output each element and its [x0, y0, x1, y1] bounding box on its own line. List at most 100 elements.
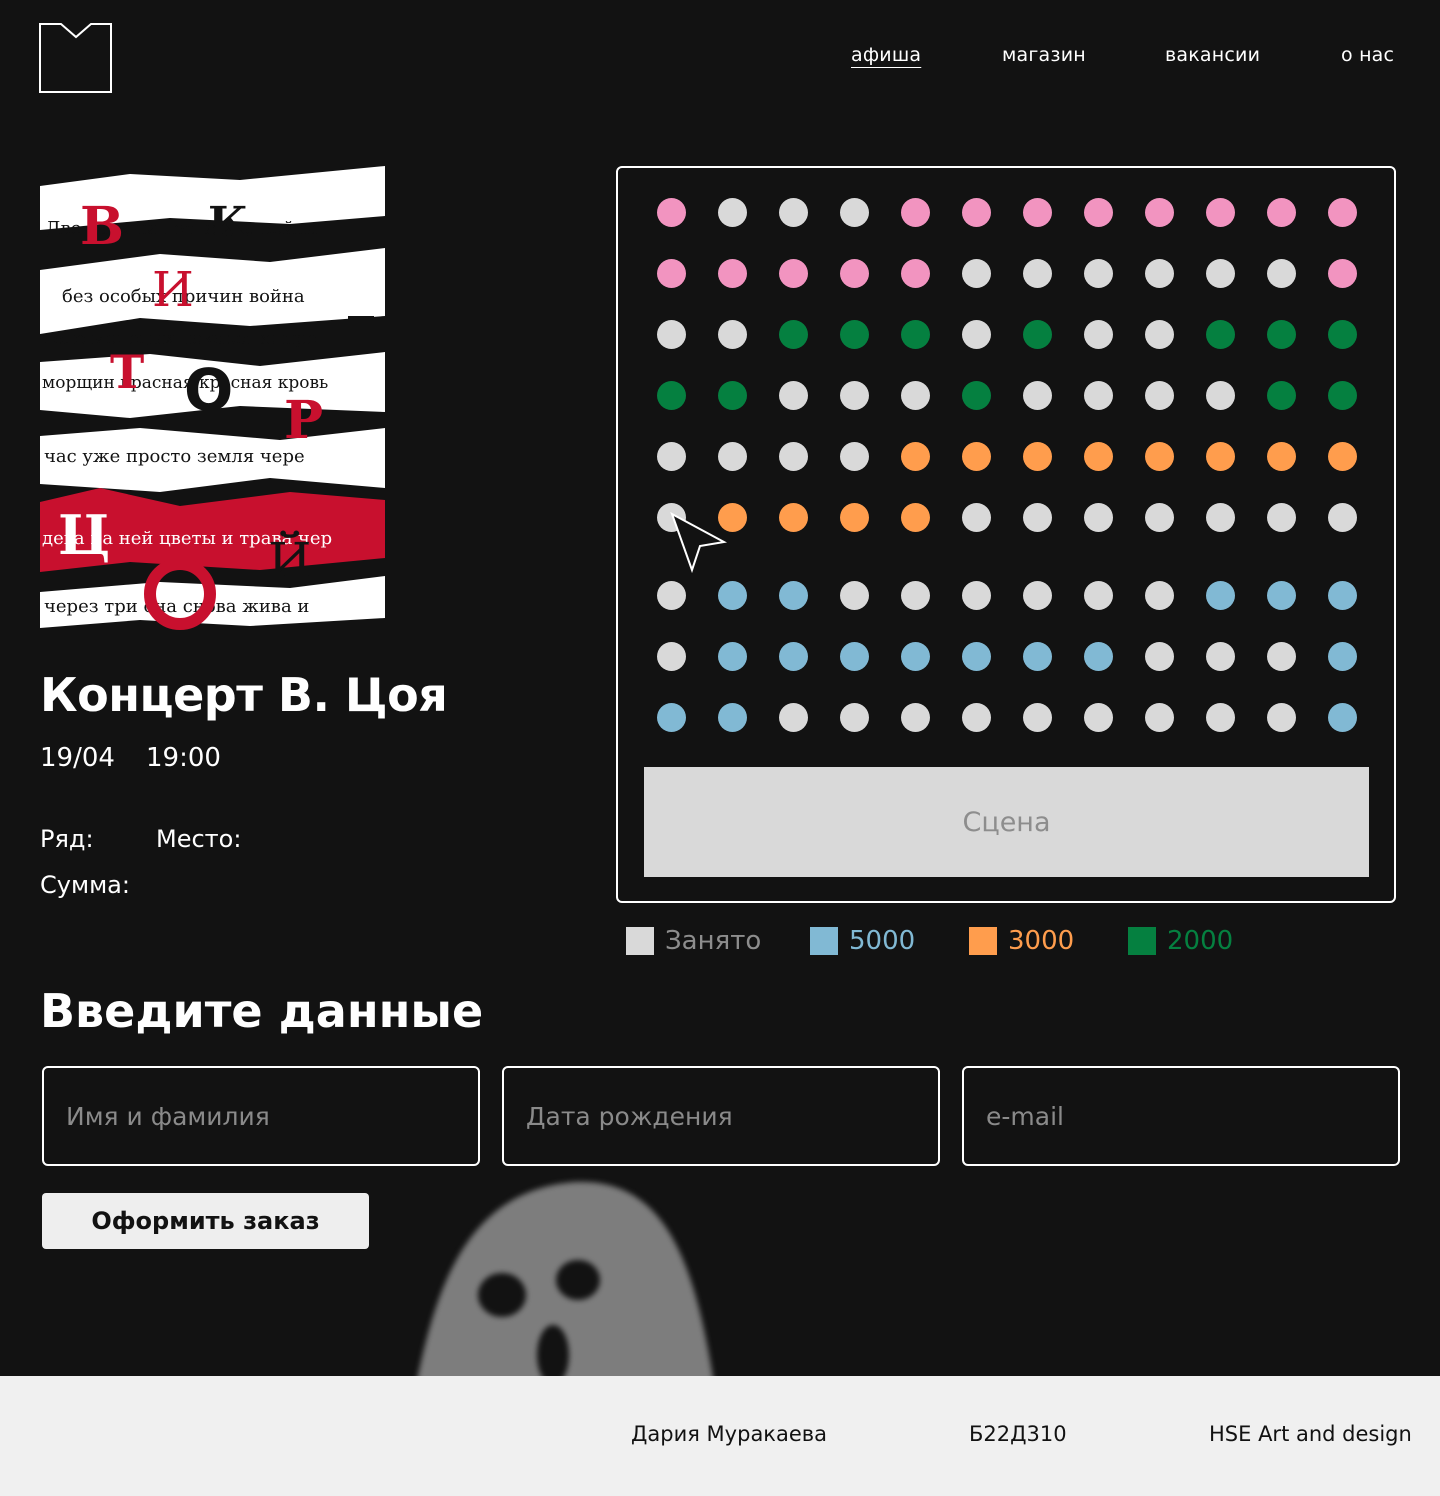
seat-occupied [962, 320, 991, 349]
svg-text:Т: Т [110, 345, 144, 399]
seat-occupied [1145, 503, 1174, 532]
legend-label: 3000 [1008, 926, 1075, 956]
seat-available[interactable] [840, 320, 869, 349]
ghost-illustration [415, 1181, 715, 1390]
legend-swatch [626, 927, 654, 955]
seat-available[interactable] [1206, 442, 1235, 471]
seat-available[interactable] [1267, 442, 1296, 471]
svg-text:К: К [208, 198, 248, 249]
footer-author: Дария Муракаева [631, 1422, 828, 1446]
seat-available[interactable] [1206, 320, 1235, 349]
logo[interactable] [39, 23, 112, 93]
seat-occupied [840, 442, 869, 471]
nav-afisha[interactable]: афиша [851, 44, 921, 66]
seat-available[interactable] [657, 259, 686, 288]
seat-available[interactable] [1145, 198, 1174, 227]
svg-text:дело молодых лекарство про: дело молодых лекарство про [42, 328, 317, 349]
email-field[interactable] [962, 1066, 1400, 1166]
seat-available[interactable] [718, 581, 747, 610]
birthdate-field[interactable] [502, 1066, 940, 1166]
footer: Дария Муракаева Б22Д310 HSE Art and desi… [0, 1376, 1440, 1496]
seat-available[interactable] [1328, 320, 1357, 349]
legend-swatch [810, 927, 838, 955]
seat-available[interactable] [1328, 581, 1357, 610]
seat-available[interactable] [901, 442, 930, 471]
seat-occupied [1023, 581, 1052, 610]
seat-available[interactable] [962, 198, 991, 227]
seat-available[interactable] [1328, 259, 1357, 288]
svg-text:час уже просто земля чере: час уже просто земля чере [44, 446, 305, 467]
form-title: Введите данные [40, 984, 484, 1038]
seat-available[interactable] [840, 642, 869, 671]
seat-occupied [1084, 581, 1113, 610]
seat-occupied [1145, 642, 1174, 671]
seat-available[interactable] [779, 503, 808, 532]
seat-available[interactable] [779, 642, 808, 671]
seat-available[interactable] [1206, 198, 1235, 227]
seat-available[interactable] [1023, 442, 1052, 471]
seat-available[interactable] [901, 259, 930, 288]
seat-available[interactable] [962, 381, 991, 410]
seat-label: Место: [156, 825, 242, 853]
seat-available[interactable] [901, 642, 930, 671]
seat-available[interactable] [1328, 703, 1357, 732]
seat-occupied [1328, 503, 1357, 532]
seat-available[interactable] [1023, 198, 1052, 227]
seat-available[interactable] [1328, 642, 1357, 671]
seat-occupied [1084, 320, 1113, 349]
seat-occupied [1267, 259, 1296, 288]
seat-available[interactable] [657, 381, 686, 410]
svg-text:О: О [184, 356, 233, 424]
sum-label: Сумма: [40, 871, 130, 899]
svg-text:Р: Р [284, 390, 323, 451]
seat-occupied [1145, 259, 1174, 288]
seat-available[interactable] [1267, 581, 1296, 610]
name-field[interactable] [42, 1066, 480, 1166]
seat-available[interactable] [1267, 198, 1296, 227]
seat-occupied [901, 703, 930, 732]
seat-occupied [1084, 703, 1113, 732]
seat-available[interactable] [962, 442, 991, 471]
seat-available[interactable] [718, 703, 747, 732]
seat-available[interactable] [718, 642, 747, 671]
event-title: Концерт В. Цоя [40, 668, 448, 722]
seat-available[interactable] [1267, 320, 1296, 349]
seat-available[interactable] [718, 259, 747, 288]
seat-available[interactable] [657, 198, 686, 227]
seat-available[interactable] [779, 320, 808, 349]
svg-text:через три она снова жива и: через три она снова жива и [44, 596, 309, 617]
legend-label: 2000 [1167, 926, 1234, 956]
nav-shop[interactable]: магазин [1002, 44, 1086, 66]
seat-available[interactable] [1206, 581, 1235, 610]
seat-available[interactable] [1023, 642, 1052, 671]
seat-available[interactable] [1267, 381, 1296, 410]
seat-available[interactable] [657, 703, 686, 732]
seat-occupied [840, 198, 869, 227]
seat-available[interactable] [1328, 381, 1357, 410]
seat-occupied [657, 442, 686, 471]
seat-available[interactable] [901, 320, 930, 349]
seat-available[interactable] [1084, 442, 1113, 471]
legend-label: Занято [665, 926, 762, 956]
seat-available[interactable] [1084, 642, 1113, 671]
seat-occupied [962, 703, 991, 732]
legend-2000: 2000 [1128, 925, 1233, 957]
seat-available[interactable] [1328, 198, 1357, 227]
seat-available[interactable] [779, 259, 808, 288]
seat-available[interactable] [718, 381, 747, 410]
nav-vacancies[interactable]: вакансии [1165, 44, 1260, 66]
seat-available[interactable] [840, 503, 869, 532]
seat-available[interactable] [1023, 320, 1052, 349]
seat-available[interactable] [779, 581, 808, 610]
nav-about[interactable]: о нас [1341, 44, 1394, 66]
seat-available[interactable] [901, 198, 930, 227]
seat-available[interactable] [1084, 198, 1113, 227]
seat-available[interactable] [962, 642, 991, 671]
seat-available[interactable] [1145, 442, 1174, 471]
seat-occupied [1023, 259, 1052, 288]
seat-available[interactable] [1328, 442, 1357, 471]
svg-text:Ц: Ц [58, 503, 110, 567]
seat-available[interactable] [840, 259, 869, 288]
seat-available[interactable] [901, 503, 930, 532]
order-button[interactable]: Оформить заказ [42, 1193, 369, 1249]
